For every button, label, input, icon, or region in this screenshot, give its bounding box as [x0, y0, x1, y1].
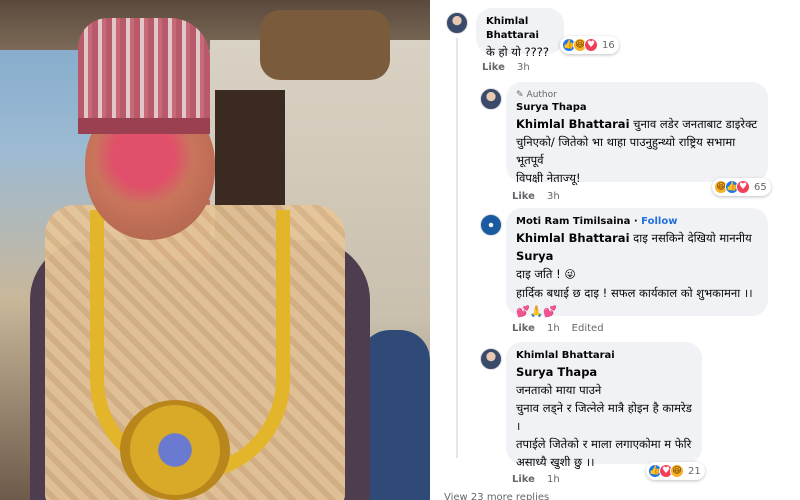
photo-dhaka-topi: [78, 18, 210, 133]
photo-log: [260, 10, 390, 80]
comment-text-line: चुनाव लडेर जनताबाट डाइरेक्ट: [633, 117, 758, 131]
comment-text-line: तपाईले जितेको र माला लगाएकोमा म फेरि: [516, 437, 692, 451]
mention-link[interactable]: Surya: [516, 249, 553, 263]
comment-author[interactable]: Moti Ram Timilsaina: [516, 216, 630, 227]
comment-text: Surya Thapa जनताको माया पाउने चुनाव लड्न…: [516, 363, 692, 471]
haha-reaction-icon: 😆: [670, 464, 684, 478]
comment-text: के हो यो ????: [486, 45, 549, 59]
thread-line: [456, 38, 458, 458]
avatar[interactable]: [480, 348, 502, 370]
comment-text-line: विपक्षी नेताज्यू!: [516, 171, 581, 185]
comment-text-line: जनताको माया पाउने: [516, 383, 602, 397]
comment-text: Khimlal Bhattarai चुनाव लडेर जनताबाट डाइ…: [516, 115, 758, 187]
comment-text: Khimlal Bhattarai दाइ नसकिने देखियो मानन…: [516, 229, 758, 321]
emoji-line: 💕🙏💕: [516, 305, 558, 318]
love-reaction-icon: ♥: [584, 38, 598, 52]
comment-text-line: चुनिएको/ जितेको भा थाहा पाउनुहुन्थ्यो रा…: [516, 135, 736, 167]
comment-actions: Like 1h Edited: [512, 323, 604, 334]
comment-text-line: असाध्यै खुशी छु ।।: [516, 455, 595, 469]
mention-link[interactable]: Khimlal Bhattarai: [516, 117, 630, 131]
comment-bubble: Khimlal Bhattarai Surya Thapa जनताको माय…: [506, 342, 702, 469]
reaction-count: 21: [688, 465, 701, 477]
mention-link[interactable]: Khimlal Bhattarai: [516, 231, 630, 245]
avatar[interactable]: [480, 214, 502, 236]
comment-time[interactable]: 3h: [517, 62, 530, 73]
comment-time[interactable]: 3h: [547, 191, 560, 202]
reaction-count: 16: [602, 39, 615, 51]
photo-hatband: [78, 118, 210, 134]
photo-person-right: [360, 330, 430, 500]
comment-actions: Like 3h: [482, 62, 530, 73]
mention-link[interactable]: Surya Thapa: [516, 365, 597, 379]
comment-bubble: Khimlal Bhattarai के हो यो ????: [476, 8, 564, 59]
comment-time[interactable]: 1h: [547, 474, 560, 485]
love-reaction-icon: ♥: [736, 180, 750, 194]
comment-text-line: दाइ नसकिने देखियो माननीय: [633, 231, 752, 245]
emoji-icon: 😜: [564, 268, 576, 281]
photo-medal: [120, 400, 230, 500]
edited-label: Edited: [571, 323, 604, 334]
post-photo[interactable]: [0, 0, 430, 500]
reaction-count: 65: [754, 181, 767, 193]
reaction-summary[interactable]: 👍 ♥ 😆 21: [646, 462, 705, 480]
comment-author[interactable]: Khimlal Bhattarai: [486, 15, 554, 43]
comment-author[interactable]: Surya Thapa: [516, 101, 758, 115]
view-more-replies-link[interactable]: View 23 more replies: [444, 492, 549, 500]
comment-bubble: Moti Ram Timilsaina · Follow Khimlal Bha…: [506, 208, 768, 318]
comment-time[interactable]: 1h: [547, 323, 560, 334]
pencil-icon: ✎: [516, 90, 524, 100]
reaction-summary[interactable]: 😆 👍 ♥ 65: [712, 178, 771, 196]
like-button[interactable]: Like: [512, 323, 535, 334]
like-button[interactable]: Like: [512, 191, 535, 202]
comment-text-line: दाइ जति !: [516, 267, 561, 281]
comment-text-line: चुनाव लड्ने र जित्नेले मात्रै होइन है का…: [516, 401, 692, 433]
author-badge-label: Author: [526, 90, 557, 100]
comment-author[interactable]: Khimlal Bhattarai: [516, 349, 692, 363]
author-badge: ✎ Author: [516, 89, 758, 101]
comment-bubble: ✎ Author Surya Thapa Khimlal Bhattarai च…: [506, 82, 768, 185]
like-button[interactable]: Like: [512, 474, 535, 485]
comment-text-line: हार्दिक बधाई छ दाइ ! सफल कार्यकाल को शुभ…: [516, 286, 753, 300]
comment-author-row: Moti Ram Timilsaina · Follow: [516, 215, 758, 229]
comment-actions: Like 1h: [512, 474, 560, 485]
avatar[interactable]: [446, 12, 468, 34]
reaction-summary[interactable]: 👍 😆 ♥ 16: [560, 36, 619, 54]
like-button[interactable]: Like: [482, 62, 505, 73]
avatar[interactable]: [480, 88, 502, 110]
comments-panel: Khimlal Bhattarai के हो यो ???? 👍 😆 ♥ 16…: [430, 0, 800, 500]
follow-button[interactable]: Follow: [641, 216, 677, 227]
separator-dot: ·: [633, 216, 638, 227]
comment-actions: Like 3h: [512, 191, 560, 202]
